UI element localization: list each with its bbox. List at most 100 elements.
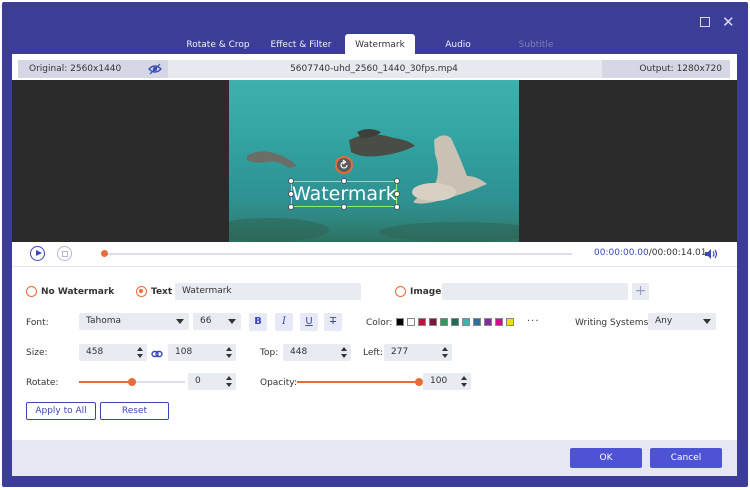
opacity-slider-handle[interactable] — [415, 378, 423, 386]
color-swatch[interactable] — [462, 318, 470, 326]
text-label[interactable]: Text — [151, 287, 172, 297]
increment-icon[interactable] — [226, 347, 232, 351]
text-radio[interactable] — [136, 286, 147, 297]
resize-handle-tr[interactable] — [394, 178, 400, 184]
resize-handle-bl[interactable] — [288, 204, 294, 210]
rotate-icon — [340, 159, 348, 169]
divider — [12, 266, 737, 267]
bold-button[interactable]: B — [249, 313, 267, 331]
rotate-slider[interactable] — [79, 378, 185, 386]
watermark-text-input[interactable]: Watermark — [175, 283, 361, 300]
total-time: /00:00:14.01 — [648, 248, 707, 258]
tab-watermark[interactable]: Watermark — [345, 34, 415, 56]
close-icon[interactable]: ✕ — [722, 15, 735, 30]
no-watermark-radio[interactable] — [26, 286, 37, 297]
top-label: Top: — [260, 348, 279, 358]
playback-bar: 00:00:00.00/00:00:14.01 — [12, 244, 737, 266]
output-resolution: Output: 1280x720 — [602, 60, 730, 78]
color-swatch[interactable] — [396, 318, 404, 326]
increment-icon[interactable] — [137, 347, 143, 351]
resize-handle-br[interactable] — [394, 204, 400, 210]
maximize-icon[interactable] — [699, 16, 711, 28]
font-size-select[interactable]: 66 — [193, 313, 241, 330]
volume-icon[interactable] — [704, 248, 718, 260]
color-swatch[interactable] — [407, 318, 415, 326]
link-aspect-icon[interactable] — [151, 349, 163, 359]
italic-button[interactable]: I — [275, 313, 293, 331]
reset-button[interactable]: Reset — [100, 402, 169, 420]
timecode: 00:00:00.00/00:00:14.01 — [594, 248, 707, 258]
size-label: Size: — [26, 348, 48, 358]
image-label[interactable]: Image — [410, 287, 441, 297]
decrement-icon[interactable] — [461, 383, 467, 387]
font-label: Font: — [26, 318, 49, 328]
rotate-stepper[interactable]: 0 — [188, 373, 236, 390]
video-scene — [229, 129, 519, 242]
image-path-input[interactable] — [442, 283, 628, 300]
writing-systems-label: Writing Systems: — [575, 318, 652, 328]
color-swatch[interactable] — [418, 318, 426, 326]
resize-handle-mr[interactable] — [394, 191, 400, 197]
decrement-icon[interactable] — [137, 354, 143, 358]
increment-icon[interactable] — [341, 347, 347, 351]
resize-handle-ml[interactable] — [288, 191, 294, 197]
underline-button[interactable]: U — [300, 313, 318, 331]
seek-track[interactable] — [104, 253, 572, 255]
apply-to-all-button[interactable]: Apply to All — [26, 402, 96, 420]
watermark-panel: Original: 2560x1440 5607740-uhd_2560_144… — [12, 54, 737, 440]
image-radio[interactable] — [395, 286, 406, 297]
font-family-select[interactable]: Tahoma — [79, 313, 189, 330]
seek-handle[interactable] — [101, 250, 108, 257]
increment-icon[interactable] — [226, 376, 232, 380]
color-swatch[interactable] — [484, 318, 492, 326]
watermark-text-overlay: Watermark — [292, 183, 397, 205]
color-swatch[interactable] — [451, 318, 459, 326]
strikethrough-button[interactable]: T — [324, 313, 342, 331]
play-icon[interactable] — [30, 246, 45, 261]
decrement-icon[interactable] — [341, 354, 347, 358]
color-swatch[interactable] — [473, 318, 481, 326]
color-swatch[interactable] — [495, 318, 503, 326]
cancel-button[interactable]: Cancel — [650, 448, 722, 468]
stop-icon[interactable] — [57, 246, 72, 261]
chevron-down-icon — [703, 319, 711, 324]
height-stepper[interactable]: 108 — [168, 344, 236, 361]
tab-subtitle: Subtitle — [518, 40, 554, 50]
tab-effect-filter[interactable]: Effect & Filter — [264, 34, 338, 56]
info-bar: Original: 2560x1440 5607740-uhd_2560_144… — [18, 60, 730, 78]
width-stepper[interactable]: 458 — [79, 344, 147, 361]
opacity-slider[interactable] — [297, 378, 423, 386]
resize-handle-bm[interactable] — [341, 204, 347, 210]
video-preview: Watermark — [12, 80, 737, 242]
watermark-box[interactable]: Watermark — [288, 178, 400, 210]
decrement-icon[interactable] — [442, 354, 448, 358]
decrement-icon[interactable] — [226, 354, 232, 358]
color-swatch[interactable] — [429, 318, 437, 326]
resize-handle-tm[interactable] — [341, 178, 347, 184]
opacity-slider-fill — [297, 381, 419, 383]
color-swatch[interactable] — [506, 318, 514, 326]
video-frame[interactable]: Watermark — [229, 80, 519, 242]
increment-icon[interactable] — [442, 347, 448, 351]
left-label: Left: — [363, 348, 383, 358]
rotate-handle[interactable] — [335, 156, 353, 174]
increment-icon[interactable] — [461, 376, 467, 380]
chevron-down-icon — [228, 319, 236, 324]
no-watermark-label[interactable]: No Watermark — [41, 287, 114, 297]
tab-rotate-crop[interactable]: Rotate & Crop — [177, 34, 259, 56]
more-colors-button[interactable]: ··· — [527, 316, 540, 327]
writing-systems-select[interactable]: Any — [648, 313, 716, 330]
rotate-label: Rotate: — [26, 378, 59, 388]
top-stepper[interactable]: 448 — [283, 344, 351, 361]
rotate-slider-handle[interactable] — [128, 378, 136, 386]
current-time: 00:00:00.00 — [594, 248, 649, 258]
left-stepper[interactable]: 277 — [384, 344, 452, 361]
decrement-icon[interactable] — [226, 383, 232, 387]
add-image-icon[interactable]: + — [632, 283, 649, 300]
ok-button[interactable]: OK — [570, 448, 642, 468]
color-swatch[interactable] — [440, 318, 448, 326]
resize-handle-tl[interactable] — [288, 178, 294, 184]
opacity-stepper[interactable]: 100 — [423, 373, 471, 390]
tab-audio[interactable]: Audio — [434, 34, 482, 56]
tab-bar: Rotate & Crop Effect & Filter Watermark … — [2, 34, 748, 56]
